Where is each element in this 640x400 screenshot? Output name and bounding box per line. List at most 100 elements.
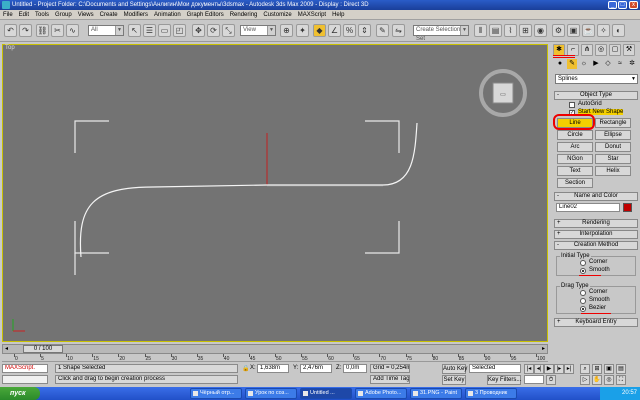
taskbar-item[interactable]: 3 Проводник <box>465 388 517 399</box>
object-color-swatch[interactable] <box>623 203 632 212</box>
keyboard-entry-rollout[interactable]: + Keyboard Entry <box>554 318 638 327</box>
shapes-icon[interactable]: ✎ <box>567 59 577 69</box>
orbit-icon[interactable]: ◎ <box>604 375 614 385</box>
star-button[interactable]: Star <box>595 154 631 164</box>
material-editor-icon[interactable]: ◉ <box>534 24 547 37</box>
bind-space-warp-icon[interactable]: ∿ <box>66 24 79 37</box>
arc-button[interactable]: Arc <box>557 142 593 152</box>
z-coordinate-field[interactable]: 0,0m <box>343 364 367 373</box>
zoom-icon[interactable]: ⌕ <box>580 364 590 374</box>
interpolation-rollout[interactable]: + Interpolation <box>554 230 638 239</box>
go-to-start-icon[interactable]: |◂ <box>524 364 534 374</box>
select-manipulate-icon[interactable]: ✦ <box>296 24 309 37</box>
next-frame-icon[interactable]: |▸ <box>554 364 564 374</box>
zoom-extents-icon[interactable]: ▣ <box>604 364 614 374</box>
key-mode-dropdown[interactable]: Selected <box>469 364 521 373</box>
go-to-end-icon[interactable]: ▸| <box>564 364 574 374</box>
menu-group[interactable]: Group <box>52 10 75 20</box>
pan-icon[interactable]: ✋ <box>592 375 602 385</box>
donut-button[interactable]: Donut <box>595 142 631 152</box>
minimize-button[interactable]: _ <box>608 1 617 9</box>
select-link-icon[interactable]: ⛓ <box>36 24 49 37</box>
start-button[interactable]: пуск <box>0 387 40 400</box>
move-icon[interactable]: ✥ <box>192 24 205 37</box>
menu-file[interactable]: File <box>0 10 16 20</box>
taskbar-item[interactable]: Чёрный отр... <box>190 388 242 399</box>
selection-filter-dropdown[interactable]: All ▼ <box>88 25 124 36</box>
time-slider-thumb[interactable]: 0 / 100 <box>23 345 63 353</box>
pivot-center-icon[interactable]: ⊕ <box>280 24 293 37</box>
name-color-rollout[interactable]: - Name and Color <box>554 192 638 201</box>
auto-key-button[interactable]: Auto Key <box>442 364 467 374</box>
layer-manager-icon[interactable]: ▤ <box>489 24 502 37</box>
menu-help[interactable]: Help <box>329 10 347 20</box>
unlink-icon[interactable]: ✂ <box>51 24 64 37</box>
reference-coordinate-dropdown[interactable]: View ▼ <box>240 25 276 36</box>
initial-corner-radio[interactable] <box>580 260 586 266</box>
undo-icon[interactable]: ↶ <box>4 24 17 37</box>
zoom-extents-all-icon[interactable]: ▤ <box>616 364 626 374</box>
y-coordinate-field[interactable]: 2,476m <box>300 364 332 373</box>
cameras-icon[interactable]: ▶ <box>591 59 601 69</box>
field-of-view-icon[interactable]: ▷ <box>580 375 590 385</box>
prev-frame-icon[interactable]: ◂| <box>534 364 544 374</box>
creation-method-rollout[interactable]: - Creation Method <box>554 241 638 250</box>
snaps-toggle-icon[interactable]: ◆ <box>313 24 326 37</box>
x-coordinate-field[interactable]: 1,638m <box>257 364 289 373</box>
rotate-icon[interactable]: ⟳ <box>207 24 220 37</box>
zoom-all-icon[interactable]: ⊞ <box>592 364 602 374</box>
menu-rendering[interactable]: Rendering <box>227 10 261 20</box>
spinner-snap-icon[interactable]: ⇕ <box>358 24 371 37</box>
time-config-icon[interactable]: ⏱ <box>546 375 556 385</box>
mirror-icon[interactable]: ⇋ <box>392 24 405 37</box>
ellipse-button[interactable]: Ellipse <box>595 130 631 140</box>
top-viewport[interactable]: Top ▭ <box>2 44 548 342</box>
circle-button[interactable]: Circle <box>557 130 593 140</box>
redo-icon[interactable]: ↷ <box>19 24 32 37</box>
current-frame-field[interactable] <box>524 375 544 384</box>
rendered-frame-icon[interactable]: ▣ <box>567 24 580 37</box>
helix-button[interactable]: Helix <box>595 166 631 176</box>
scale-icon[interactable]: ⤡ <box>222 24 235 37</box>
taskbar-item[interactable]: 31.PNG - Paint <box>410 388 462 399</box>
lock-icon[interactable]: 🔒 <box>242 365 249 372</box>
motion-tab-icon[interactable]: ◎ <box>595 44 607 56</box>
environment-icon[interactable]: ◐ <box>612 24 625 37</box>
select-object-icon[interactable]: ↖ <box>128 24 141 37</box>
menu-tools[interactable]: Tools <box>32 10 52 20</box>
edit-named-selection-icon[interactable]: ✎ <box>376 24 389 37</box>
angle-snap-icon[interactable]: ∠ <box>328 24 341 37</box>
quick-render-icon[interactable]: ✧ <box>597 24 610 37</box>
drag-corner-radio[interactable] <box>580 290 586 296</box>
lights-icon[interactable]: ☼ <box>579 59 589 69</box>
text-button[interactable]: Text <box>557 166 593 176</box>
key-filters-button[interactable]: Key Filters... <box>487 375 521 385</box>
geometry-icon[interactable]: ● <box>555 59 565 69</box>
initial-smooth-radio[interactable] <box>580 268 586 274</box>
add-time-tag[interactable]: Add Time Tag <box>370 375 410 384</box>
menu-graph-editors[interactable]: Graph Editors <box>184 10 227 20</box>
render-production-icon[interactable]: ☕ <box>582 24 595 37</box>
taskbar-item[interactable]: Adobe Photo... <box>355 388 407 399</box>
utilities-tab-icon[interactable]: ⚒ <box>623 44 635 56</box>
render-setup-icon[interactable]: ⚙ <box>552 24 565 37</box>
maxscript-listener[interactable]: MAXScript. <box>2 364 48 373</box>
selection-region-icon[interactable]: ▭ <box>158 24 171 37</box>
hierarchy-tab-icon[interactable]: ⋔ <box>581 44 593 56</box>
category-dropdown[interactable]: Splines ▼ <box>555 74 638 84</box>
align-icon[interactable]: ⫴ <box>474 24 487 37</box>
section-button[interactable]: Section <box>557 178 593 188</box>
display-tab-icon[interactable]: ▢ <box>609 44 621 56</box>
slider-prev-icon[interactable]: ◂ <box>5 345 8 352</box>
slider-next-icon[interactable]: ▸ <box>542 345 545 352</box>
systems-icon[interactable]: ✲ <box>627 59 637 69</box>
time-slider[interactable]: 0 / 100 ◂ ▸ <box>2 344 548 354</box>
menu-edit[interactable]: Edit <box>16 10 32 20</box>
menu-animation[interactable]: Animation <box>151 10 184 20</box>
curve-editor-icon[interactable]: ⌇ <box>504 24 517 37</box>
helpers-icon[interactable]: ◇ <box>603 59 613 69</box>
rendering-rollout[interactable]: + Rendering <box>554 219 638 228</box>
menu-create[interactable]: Create <box>97 10 121 20</box>
ngon-button[interactable]: NGon <box>557 154 593 164</box>
maximize-viewport-icon[interactable]: ⛶ <box>616 375 626 385</box>
